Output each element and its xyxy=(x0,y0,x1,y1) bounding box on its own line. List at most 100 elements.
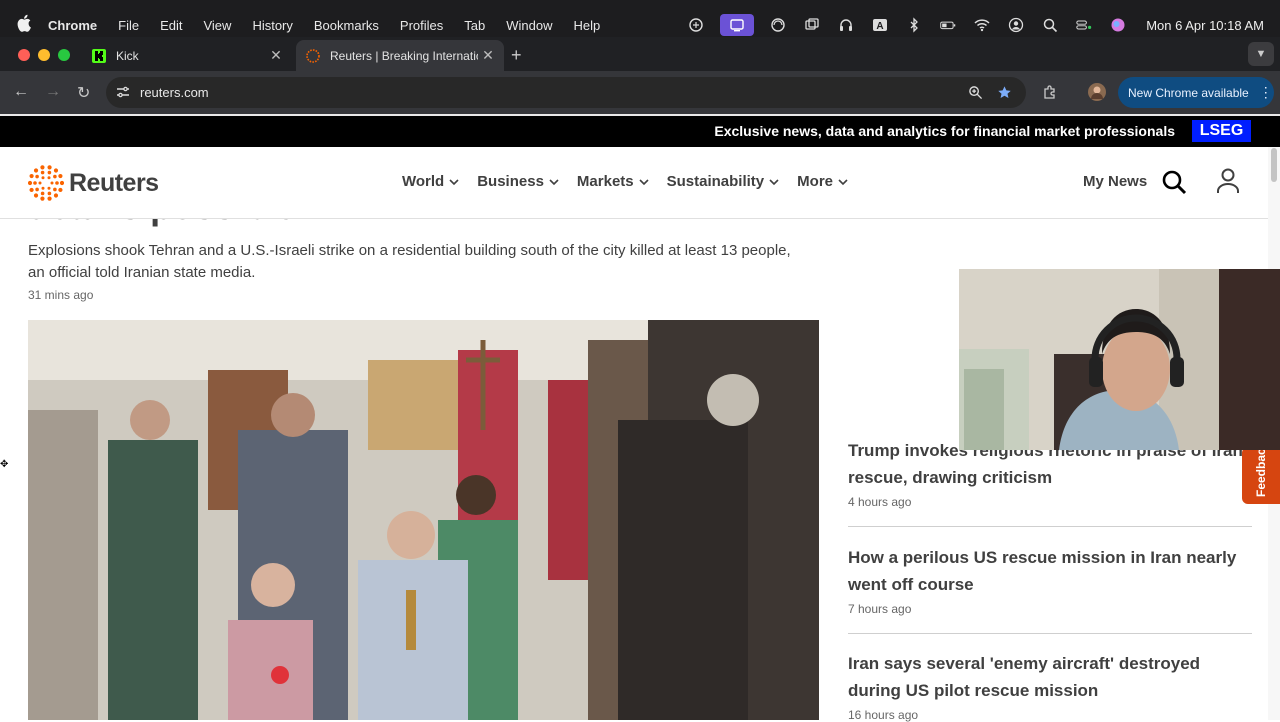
tab-kick[interactable]: Kick ✕ xyxy=(82,40,292,71)
headphones-icon[interactable] xyxy=(836,16,856,34)
close-tab-icon[interactable]: ✕ xyxy=(478,47,498,64)
nav-business[interactable]: Business xyxy=(477,173,559,190)
menu-view[interactable]: View xyxy=(203,18,231,33)
focus-icon[interactable] xyxy=(768,16,788,34)
logo-dot xyxy=(41,186,45,190)
site-settings-icon[interactable] xyxy=(116,85,130,99)
nav-label: Business xyxy=(477,173,544,190)
kick-logo-icon xyxy=(92,48,106,63)
logo-dot xyxy=(53,187,57,192)
bookmark-star-icon[interactable] xyxy=(997,85,1012,100)
church-procession-image xyxy=(28,320,819,720)
logo-dot xyxy=(53,168,59,173)
menu-help[interactable]: Help xyxy=(574,18,601,33)
menu-edit[interactable]: Edit xyxy=(160,18,182,33)
profile-avatar-icon[interactable] xyxy=(1088,83,1106,101)
chrome-toolbar: ← → ↻ reuters.com New Chrome available ⋮ xyxy=(0,71,1280,114)
forward-arrow-icon[interactable]: → xyxy=(45,83,61,101)
more-options-icon[interactable]: ⋮ xyxy=(1259,84,1273,101)
nav-world[interactable]: World xyxy=(402,173,459,190)
logo-dot xyxy=(41,176,45,180)
extensions-puzzle-icon[interactable] xyxy=(1042,84,1058,100)
feedback-button[interactable]: Feedback xyxy=(1242,442,1280,504)
tab-reuters[interactable]: Reuters | Breaking International ✕ xyxy=(296,40,504,71)
lseg-banner[interactable]: Exclusive news, data and analytics for f… xyxy=(0,116,1280,147)
lseg-logo[interactable]: LSEG xyxy=(1192,120,1251,142)
close-tab-icon[interactable]: ✕ xyxy=(266,47,286,64)
menu-profiles[interactable]: Profiles xyxy=(400,18,443,33)
address-bar[interactable]: reuters.com xyxy=(106,77,1026,108)
story-time: 7 hours ago xyxy=(848,602,912,616)
tab-title: Reuters | Breaking International xyxy=(330,48,478,63)
logo-dot xyxy=(40,196,45,201)
story-divider xyxy=(848,526,1252,527)
logo-dot xyxy=(28,180,33,186)
nav-sustainability[interactable]: Sustainability xyxy=(667,173,780,190)
windows-icon[interactable] xyxy=(802,16,822,34)
sidebar-story[interactable]: Iran says several 'enemy aircraft' destr… xyxy=(848,650,1252,722)
logo-dot xyxy=(40,170,45,175)
search-icon[interactable] xyxy=(1161,169,1187,195)
menu-history[interactable]: History xyxy=(252,18,292,33)
back-arrow-icon[interactable]: ← xyxy=(13,83,29,101)
logo-dot xyxy=(40,165,45,170)
logo-dot xyxy=(53,193,59,198)
nav-label: Markets xyxy=(576,173,634,190)
logo-dot xyxy=(58,173,63,179)
reload-icon[interactable]: ↻ xyxy=(77,83,90,103)
logo-dot xyxy=(47,186,51,190)
story-headline[interactable]: Iran says several 'enemy aircraft' destr… xyxy=(848,650,1252,704)
nav-more[interactable]: More xyxy=(797,173,848,190)
spotlight-search-icon[interactable] xyxy=(1040,16,1060,34)
input-source-icon[interactable]: A xyxy=(870,16,890,34)
logo-dot xyxy=(59,180,64,186)
logo-dot xyxy=(50,181,54,185)
new-tab-icon[interactable]: + xyxy=(511,45,522,66)
main-nav: World Business Markets Sustainability Mo… xyxy=(402,173,866,190)
menu-file[interactable]: File xyxy=(118,18,139,33)
logo-dot xyxy=(47,196,52,201)
nav-markets[interactable]: Markets xyxy=(577,173,649,190)
user-account-icon[interactable] xyxy=(1006,16,1026,34)
new-chrome-available-button[interactable]: New Chrome available ⋮ xyxy=(1118,77,1274,108)
siri-icon[interactable] xyxy=(1108,16,1128,34)
minimize-window-button[interactable] xyxy=(38,49,50,61)
menu-tab[interactable]: Tab xyxy=(464,18,485,33)
article-photo[interactable] xyxy=(28,320,819,720)
story-headline[interactable]: How a perilous US rescue mission in Iran… xyxy=(848,544,1252,598)
tab-title: Kick xyxy=(116,48,139,63)
battery-icon[interactable] xyxy=(938,16,958,34)
nav-label: World xyxy=(402,173,445,190)
article-summary: Explosions shook Tehran and a U.S.-Israe… xyxy=(28,242,791,281)
logo-dot xyxy=(53,174,57,179)
my-news-link[interactable]: My News xyxy=(1083,173,1147,190)
reuters-logo-icon xyxy=(306,48,320,63)
menu-window[interactable]: Window xyxy=(506,18,552,33)
logo-dot xyxy=(35,174,39,179)
control-center-icon[interactable] xyxy=(1074,16,1094,34)
webcam-overlay[interactable] xyxy=(959,269,1280,450)
screen-sharing-icon[interactable] xyxy=(686,16,706,34)
menu-app-name[interactable]: Chrome xyxy=(48,18,97,33)
reuters-logo[interactable]: Reuters xyxy=(28,165,159,201)
tab-search-chevron-icon[interactable]: ▼ xyxy=(1248,42,1274,66)
zoom-window-button[interactable] xyxy=(58,49,70,61)
scrollbar-thumb[interactable] xyxy=(1271,148,1277,182)
url-text[interactable]: reuters.com xyxy=(140,85,209,100)
banner-text[interactable]: Exclusive news, data and analytics for f… xyxy=(714,123,1175,139)
screen-record-icon[interactable] xyxy=(720,14,755,36)
logo-dot xyxy=(38,181,42,185)
window-controls xyxy=(18,49,70,61)
menu-bookmarks[interactable]: Bookmarks xyxy=(314,18,379,33)
account-icon[interactable] xyxy=(1215,167,1241,195)
sidebar-story[interactable]: How a perilous US rescue mission in Iran… xyxy=(848,544,1252,616)
logo-dot xyxy=(33,193,39,198)
apple-logo-icon[interactable] xyxy=(17,14,31,32)
clock[interactable]: Mon 6 Apr 10:18 AM xyxy=(1146,18,1264,33)
close-window-button[interactable] xyxy=(18,49,30,61)
bluetooth-icon[interactable] xyxy=(904,16,924,34)
zoom-icon[interactable] xyxy=(968,85,983,100)
chevron-down-icon xyxy=(449,178,459,185)
wifi-icon[interactable] xyxy=(972,16,992,34)
nav-label: More xyxy=(797,173,833,190)
